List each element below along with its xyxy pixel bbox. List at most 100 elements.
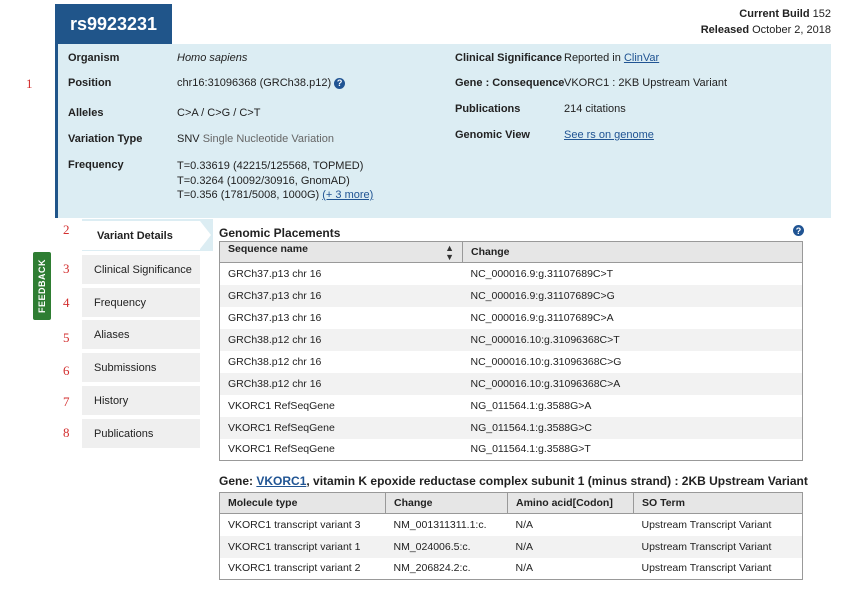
col-change: Change (385, 492, 508, 514)
build-info: Current Build 152 Released October 2, 20… (701, 6, 831, 38)
page-title: rs9923231 (55, 4, 172, 44)
table-cell: VKORC1 transcript variant 1 (219, 535, 386, 558)
clinical-significance-value: Reported in ClinVar (564, 52, 660, 64)
nav-history[interactable]: History (82, 386, 200, 415)
table-cell: N/A (515, 562, 534, 575)
table-cell: GRCh38.p12 chr 16 (228, 355, 322, 368)
gene-consequence-label: Gene : Consequence (455, 77, 565, 89)
gene-consequence-value: VKORC1 : 2KB Upstream Variant (564, 77, 728, 89)
table-cell: Upstream Transcript Variant (641, 518, 772, 531)
annotation-3: 3 (63, 261, 70, 276)
table-cell: NC_000016.9:g.31107689C>A (470, 311, 614, 324)
table-cell: VKORC1 transcript variant 3 (228, 518, 361, 531)
table-cell: N/A (515, 518, 534, 531)
annotation-4: 4 (63, 295, 70, 310)
genomic-view-label: Genomic View (455, 129, 530, 141)
col-change: Change (462, 241, 803, 263)
vkorc1-gene-link[interactable]: VKORC1 (256, 474, 306, 488)
table-cell: Upstream Transcript Variant (641, 562, 772, 575)
table-cell: NM_206824.2:c. (393, 562, 471, 575)
table-cell: NC_000016.10:g.31096368C>A (462, 372, 803, 395)
released-label: Released (700, 24, 750, 36)
molecule-table: Molecule type Change Amino acid[Codon] S… (219, 492, 803, 580)
position-value: chr16:31096368 (GRCh38.p12) ? (177, 77, 346, 89)
nav-submissions[interactable]: Submissions (82, 353, 200, 382)
table-row: VKORC1 transcript variant 1 NM_024006.5:c… (219, 535, 803, 558)
alleles-value: C>A / C>G / C>T (177, 107, 261, 119)
table-cell: NC_000016.10:g.31096368C>G (470, 355, 622, 368)
feedback-button[interactable]: FEEDBACK (33, 252, 51, 320)
table-cell: VKORC1 RefSeqGene (228, 399, 335, 412)
frequency-1000g: T=0.356 (1781/5008, 1000G) (+ 3 more) (177, 189, 374, 201)
table-cell: GRCh37.p13 chr 16 (228, 311, 322, 324)
table-row: GRCh37.p13 chr 16 NC_000016.9:g.31107689C… (220, 307, 803, 329)
table-cell: NM_001311311.1:c. (393, 518, 487, 531)
current-build-label: Current Build (739, 8, 810, 20)
sort-icon[interactable]: ▲ ▼ (445, 243, 454, 262)
frequency-values: T=0.33619 (42215/125568, TOPMED) T=0.326… (177, 159, 373, 203)
table-cell: VKORC1 RefSeqGene (219, 416, 463, 439)
variant-summary-panel: Organism Homo sapiens Position chr16:310… (55, 44, 831, 218)
variation-type-desc: Single Nucleotide Variation (202, 133, 334, 145)
frequency-more-link[interactable]: (+ 3 more) (322, 189, 373, 201)
table-cell: NG_011564.1:g.3588G>T (470, 443, 591, 456)
table-row: GRCh37.p13 chr 16 NC_000016.9:g.31107689C… (220, 263, 803, 285)
table-row: VKORC1 RefSeqGene NG_011564.1:g.3588G>A (220, 395, 803, 417)
variation-type-label: Variation Type (68, 133, 143, 145)
annotation-8: 8 (63, 425, 70, 440)
gene-section-title: Gene: VKORC1, vitamin K epoxide reductas… (219, 474, 808, 488)
table-row: VKORC1 RefSeqGene NG_011564.1:g.3588G>T (220, 439, 803, 461)
annotation-1: 1 (26, 76, 33, 91)
table-cell: NG_011564.1:g.3588G>A (470, 399, 592, 412)
table-row: VKORC1 transcript variant 2 NM_206824.2:c… (220, 558, 803, 580)
table-row: GRCh38.p12 chr 16 NC_000016.10:g.31096368… (219, 372, 803, 395)
organism-label: Organism (68, 52, 120, 64)
col-sequence-name[interactable]: Sequence name ▲ ▼ (219, 241, 463, 263)
genomic-placements-table: Sequence name ▲ ▼ Change GRCh37.p13 chr 1… (219, 241, 803, 461)
nav-frequency[interactable]: Frequency (82, 288, 200, 317)
variation-type-value: SNV Single Nucleotide Variation (177, 133, 334, 145)
nav-aliases[interactable]: Aliases (82, 320, 200, 349)
help-icon[interactable]: ? (793, 225, 804, 236)
organism-value: Homo sapiens (177, 52, 248, 64)
table-cell: GRCh38.p12 chr 16 (219, 372, 463, 395)
table-cell: VKORC1 RefSeqGene (228, 443, 335, 456)
help-icon[interactable]: ? (334, 77, 346, 89)
table-cell: NC_000016.10:g.31096368C>T (462, 328, 803, 351)
frequency-label: Frequency (68, 159, 124, 171)
clinvar-link[interactable]: ClinVar (624, 52, 659, 64)
table-cell: NC_000016.9:g.31107689C>G (462, 284, 803, 307)
table-cell: GRCh37.p13 chr 16 (219, 284, 463, 307)
table-cell: VKORC1 transcript variant 2 (228, 562, 361, 575)
table-cell: N/A (507, 535, 634, 558)
col-amino-acid: Amino acid[Codon] (507, 492, 634, 514)
nav-clinical-significance[interactable]: Clinical Significance (82, 255, 200, 284)
alleles-label: Alleles (68, 107, 104, 119)
table-row: GRCh37.p13 chr 16 NC_000016.9:g.31107689C… (219, 284, 803, 307)
clinical-significance-label: Clinical Significance (455, 52, 562, 64)
see-on-genome-link[interactable]: See rs on genome (564, 129, 654, 141)
publications-value: 214 citations (564, 103, 626, 115)
annotation-6: 6 (63, 363, 70, 378)
position-label: Position (68, 77, 112, 89)
frequency-gnomad: T=0.3264 (10092/30916, GnomAD) (177, 174, 350, 187)
annotation-7: 7 (63, 394, 70, 409)
col-molecule-type: Molecule type (219, 492, 386, 514)
table-cell: GRCh38.p12 chr 16 (219, 328, 463, 351)
genomic-view-value: See rs on genome (564, 129, 654, 141)
nav-variant-details[interactable]: Variant Details (82, 221, 211, 250)
table-row: VKORC1 RefSeqGene NG_011564.1:g.3588G>C (219, 416, 803, 439)
current-build-value: 152 (812, 8, 831, 20)
annotation-5: 5 (63, 330, 70, 345)
table-row: GRCh38.p12 chr 16 NC_000016.10:g.31096368… (219, 328, 803, 351)
table-row: GRCh38.p12 chr 16 NC_000016.10:g.31096368… (220, 351, 803, 373)
released-value: October 2, 2018 (752, 24, 831, 36)
nav-publications[interactable]: Publications (82, 419, 200, 448)
col-so-term: SO Term (633, 492, 803, 514)
frequency-topmed: T=0.33619 (42215/125568, TOPMED) (177, 160, 364, 172)
table-cell: NG_011564.1:g.3588G>C (462, 416, 803, 439)
table-cell: NM_024006.5:c. (385, 535, 508, 558)
table-row: VKORC1 transcript variant 3 NM_001311311.… (220, 514, 803, 536)
publications-label: Publications (455, 103, 521, 115)
table-cell: NC_000016.9:g.31107689C>T (470, 267, 614, 280)
